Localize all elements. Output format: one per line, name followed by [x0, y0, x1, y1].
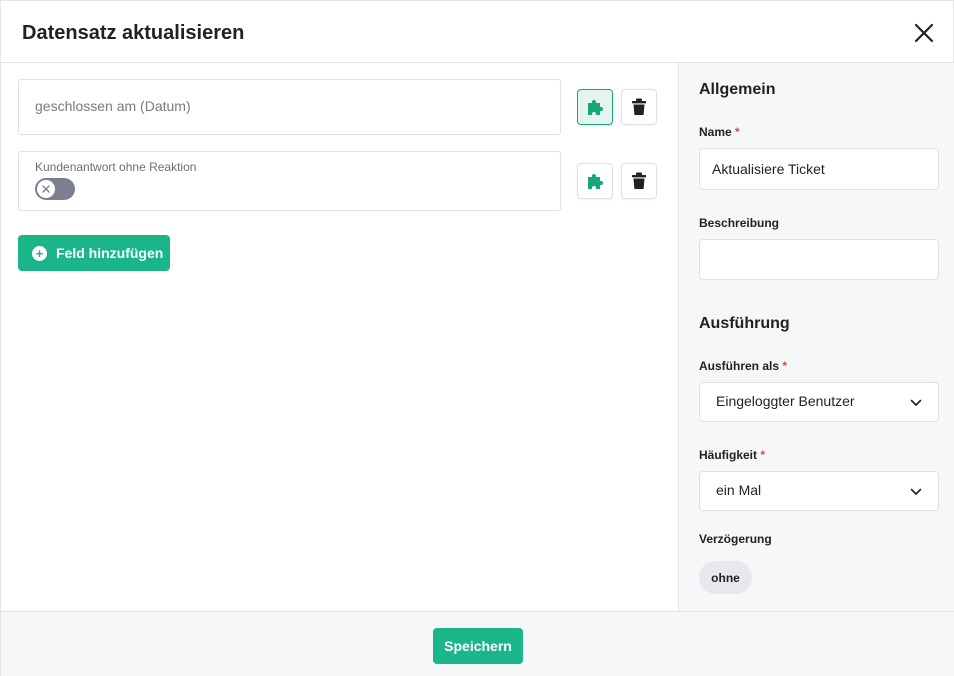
dialog-header: Datensatz aktualisieren [1, 1, 954, 63]
field-customer-reply-plugin-button[interactable] [577, 163, 613, 199]
field-closed-date[interactable]: geschlossen am (Datum) [18, 79, 561, 135]
name-label: Name * [699, 125, 740, 139]
description-input[interactable] [699, 239, 939, 280]
update-record-dialog: Datensatz aktualisieren geschlossen am (… [0, 0, 954, 676]
field-customer-reply-delete-button[interactable] [621, 163, 657, 199]
name-input-value: Aktualisiere Ticket [712, 161, 825, 177]
frequency-select-value: ein Mal [716, 482, 762, 498]
trash-icon [632, 172, 646, 189]
name-input[interactable]: Aktualisiere Ticket [699, 148, 939, 190]
chevron-down-icon [910, 488, 922, 495]
dialog-footer: Speichern [1, 611, 954, 676]
close-icon [914, 23, 934, 43]
run-as-select[interactable]: Eingeloggter Benutzer [699, 382, 939, 422]
frequency-select[interactable]: ein Mal [699, 471, 939, 511]
settings-sidebar: Allgemein Name * Aktualisiere Ticket Bes… [678, 63, 954, 611]
customer-reply-toggle[interactable] [35, 178, 75, 200]
general-section-title: Allgemein [699, 81, 776, 98]
frequency-label: Häufigkeit * [699, 448, 765, 462]
add-field-label: Feld hinzufügen [56, 245, 164, 261]
run-as-select-value: Eingeloggter Benutzer [716, 393, 855, 409]
field-closed-date-plugin-button[interactable] [577, 89, 613, 125]
frequency-label-text: Häufigkeit [699, 448, 758, 462]
field-closed-date-delete-button[interactable] [621, 89, 657, 125]
field-list-panel: geschlossen am (Datum) Kundenantwort ohn… [1, 63, 678, 611]
dialog-title: Datensatz aktualisieren [22, 22, 245, 44]
execution-section-title: Ausführung [699, 315, 790, 332]
description-label: Beschreibung [699, 216, 780, 230]
toggle-knob [37, 180, 55, 198]
x-small-icon [42, 185, 50, 193]
name-label-text: Name [699, 125, 732, 139]
field-closed-date-placeholder: geschlossen am (Datum) [35, 98, 191, 114]
run-as-label-text: Ausführen als [699, 359, 780, 373]
run-as-label: Ausführen als * [699, 359, 787, 373]
plus-circle-icon: + [32, 245, 47, 261]
required-mark: * [760, 448, 766, 462]
save-button[interactable]: Speichern [433, 628, 523, 664]
required-mark: * [782, 359, 788, 373]
puzzle-icon [588, 100, 603, 115]
close-button[interactable] [909, 20, 939, 48]
field-customer-reply: Kundenantwort ohne Reaktion [18, 151, 561, 211]
add-field-button[interactable]: + Feld hinzufügen [18, 235, 170, 271]
delay-label: Verzögerung [699, 532, 772, 546]
required-mark: * [735, 125, 740, 139]
delay-chip[interactable]: ohne [699, 561, 752, 594]
puzzle-icon [588, 174, 603, 189]
trash-icon [632, 98, 646, 115]
field-customer-reply-label: Kundenantwort ohne Reaktion [35, 160, 197, 174]
chevron-down-icon [910, 399, 922, 406]
